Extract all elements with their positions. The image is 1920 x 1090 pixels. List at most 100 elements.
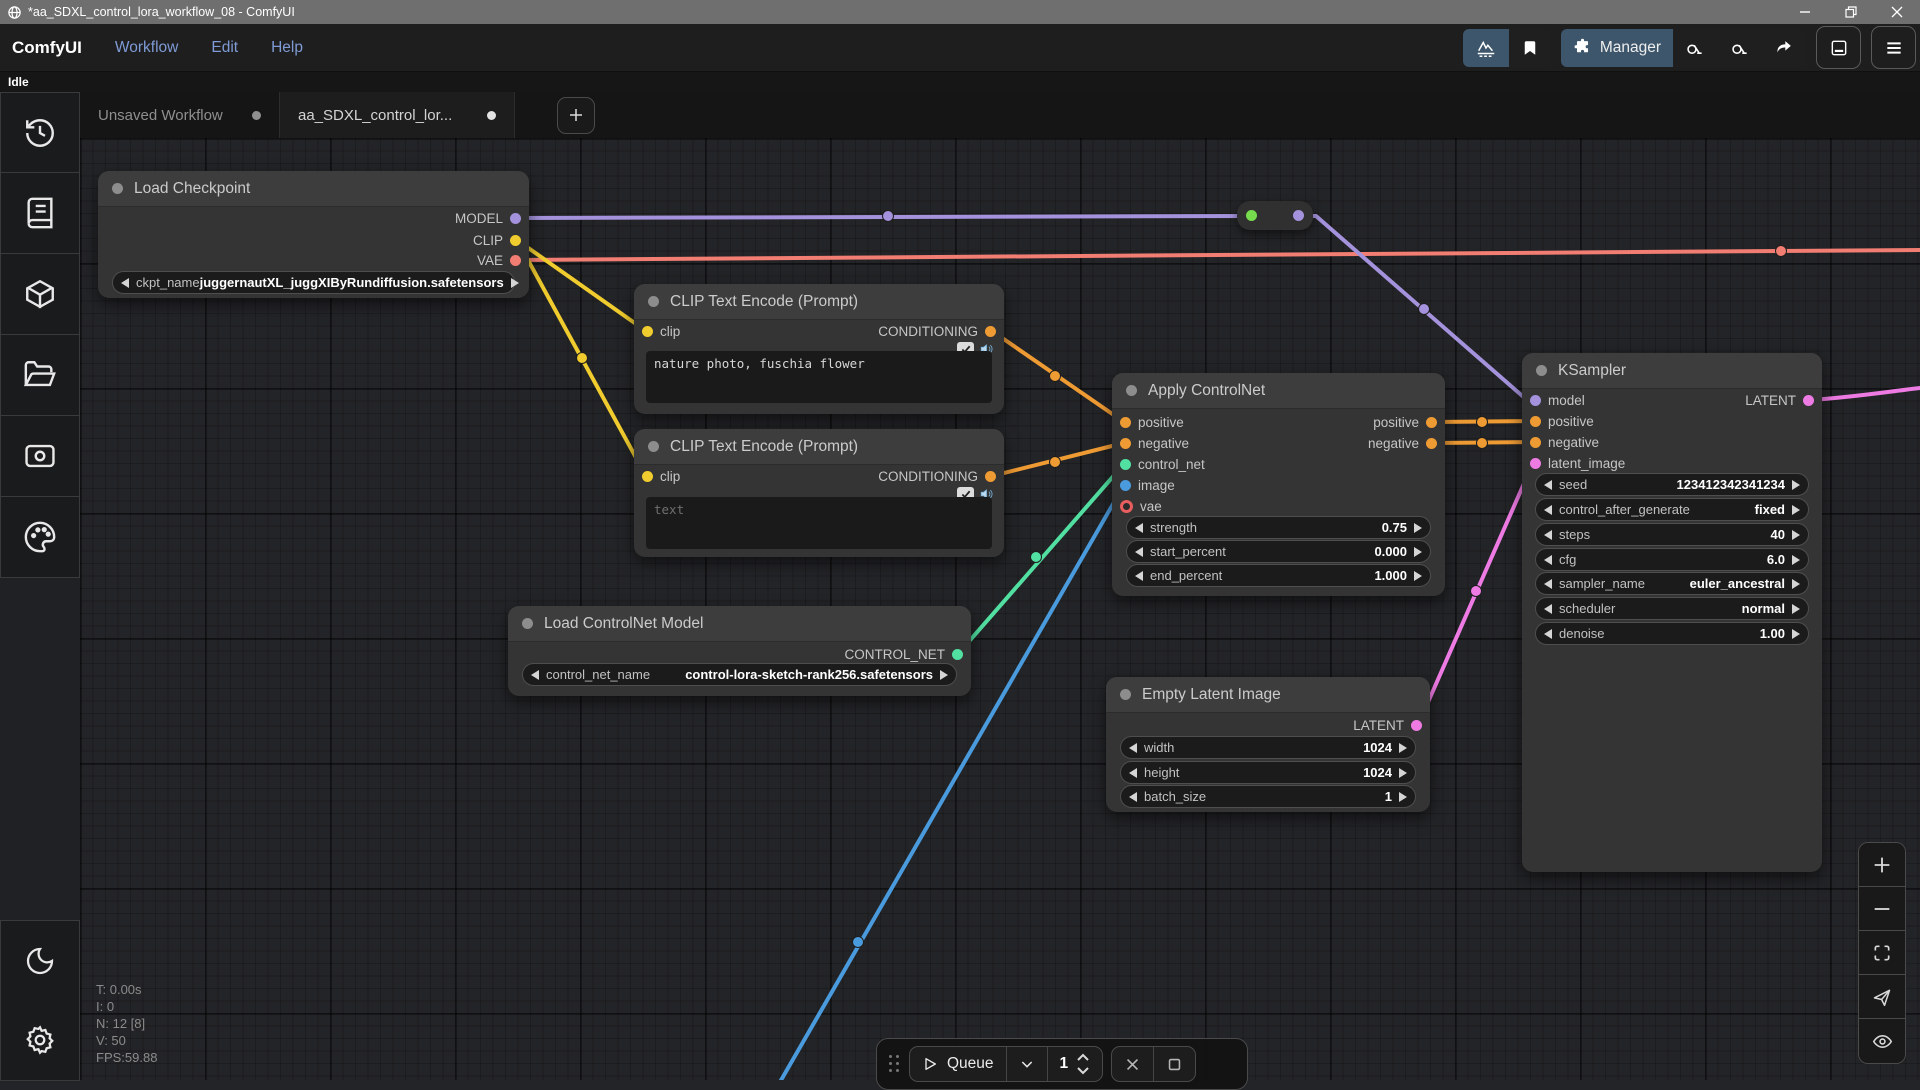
update-button[interactable] (1718, 29, 1763, 67)
widget-steps[interactable]: steps 40 (1535, 523, 1809, 546)
widget-next-icon[interactable] (1792, 530, 1800, 540)
stepper-icons[interactable] (1076, 1051, 1090, 1077)
node-load-controlnet-model[interactable]: Load ControlNet Model CONTROL_NET contro… (508, 606, 971, 696)
menu-workflow[interactable]: Workflow (115, 39, 178, 57)
widget-next-icon[interactable] (511, 278, 519, 288)
slot-dot-conditioning[interactable] (985, 471, 996, 482)
bookmark-button[interactable] (1509, 29, 1551, 67)
templates-button[interactable] (1463, 29, 1509, 67)
batch-count-stepper[interactable]: 1 (1048, 1047, 1103, 1081)
slot-dot-model[interactable] (510, 213, 521, 224)
widget-prev-icon[interactable] (1544, 604, 1552, 614)
widget-width[interactable]: width 1024 (1120, 736, 1416, 759)
slot-dot-control-net[interactable] (952, 649, 963, 660)
slot-dot-conditioning[interactable] (985, 326, 996, 337)
widget-control-after-generate[interactable]: control_after_generate fixed (1535, 498, 1809, 521)
zoom-out-button[interactable] (1859, 887, 1905, 931)
widget-prev-icon[interactable] (531, 670, 539, 680)
menu-help[interactable]: Help (271, 39, 303, 57)
sidebar-item-workflows[interactable] (0, 335, 80, 416)
fit-view-button[interactable] (1859, 931, 1905, 975)
widget-next-icon[interactable] (1414, 547, 1422, 557)
sidebar-item-history[interactable] (0, 92, 80, 173)
slot-dot-model[interactable] (1530, 395, 1541, 406)
node-clip-text-encode-positive[interactable]: CLIP Text Encode (Prompt) clip CONDITION… (634, 284, 1004, 414)
sidebar-item-theme-toggle[interactable] (0, 920, 80, 1001)
slot-dot-control-net[interactable] (1120, 459, 1131, 470)
slot-dot-conditioning[interactable] (1120, 438, 1131, 449)
menu-edit[interactable]: Edit (211, 39, 238, 57)
reroute-input-dot[interactable] (1246, 210, 1257, 221)
toggle-link-visibility-button[interactable] (1859, 1019, 1905, 1063)
widget-control-net-name[interactable]: control_net_name control-lora-sketch-ran… (522, 663, 957, 686)
select-mode-button[interactable] (1859, 975, 1905, 1019)
widget-scheduler[interactable]: scheduler normal (1535, 597, 1809, 620)
sidebar-item-node-library[interactable] (0, 173, 80, 254)
widget-prev-icon[interactable] (1544, 629, 1552, 639)
slot-dot-latent[interactable] (1530, 458, 1541, 469)
widget-next-icon[interactable] (1792, 555, 1800, 565)
widget-height[interactable]: height 1024 (1120, 761, 1416, 784)
widget-next-icon[interactable] (1414, 571, 1422, 581)
widget-strength[interactable]: strength 0.75 (1126, 516, 1431, 539)
widget-prev-icon[interactable] (1544, 480, 1552, 490)
node-header[interactable]: Load ControlNet Model (508, 606, 971, 642)
minimize-button[interactable] (1782, 0, 1828, 24)
slot-dot-clip[interactable] (642, 471, 653, 482)
slot-dot-image[interactable] (1120, 480, 1131, 491)
widget-next-icon[interactable] (1792, 480, 1800, 490)
slot-dot-conditioning[interactable] (1426, 417, 1437, 428)
collapse-dot[interactable] (522, 618, 533, 629)
widget-prev-icon[interactable] (1544, 555, 1552, 565)
unsaved-dot[interactable] (252, 111, 261, 120)
slot-dot-conditioning[interactable] (1120, 417, 1131, 428)
node-apply-controlnet[interactable]: Apply ControlNet positive negative contr… (1112, 373, 1445, 596)
slot-dot-conditioning[interactable] (1426, 438, 1437, 449)
unsaved-dot[interactable] (487, 111, 496, 120)
widget-next-icon[interactable] (1399, 743, 1407, 753)
slot-dot-conditioning[interactable] (1530, 437, 1541, 448)
widget-next-icon[interactable] (1792, 629, 1800, 639)
manager-button[interactable]: Manager (1561, 29, 1673, 67)
node-header[interactable]: CLIP Text Encode (Prompt) (634, 429, 1004, 465)
maximize-button[interactable] (1828, 0, 1874, 24)
widget-next-icon[interactable] (1414, 523, 1422, 533)
node-header[interactable]: Apply ControlNet (1112, 373, 1445, 409)
stop-button[interactable] (1154, 1047, 1195, 1081)
tab-unsaved-workflow[interactable]: Unsaved Workflow (80, 92, 280, 138)
widget-seed[interactable]: seed 123412342341234 (1535, 473, 1809, 496)
slot-dot-clip[interactable] (510, 235, 521, 246)
widget-next-icon[interactable] (940, 670, 948, 680)
node-header[interactable]: Load Checkpoint (98, 171, 529, 207)
node-header[interactable]: Empty Latent Image (1106, 677, 1430, 713)
widget-prev-icon[interactable] (121, 278, 129, 288)
widget-prev-icon[interactable] (1544, 505, 1552, 515)
prompt-textarea[interactable] (646, 497, 992, 549)
widget-prev-icon[interactable] (1129, 743, 1137, 753)
widget-cfg[interactable]: cfg 6.0 (1535, 548, 1809, 571)
sidebar-item-gallery[interactable] (0, 416, 80, 497)
node-ksampler[interactable]: KSampler model positive negative latent_… (1522, 353, 1822, 872)
collapse-dot[interactable] (1126, 385, 1137, 396)
widget-prev-icon[interactable] (1135, 523, 1143, 533)
widget-prev-icon[interactable] (1135, 547, 1143, 557)
main-menu-button[interactable] (1871, 26, 1916, 69)
slot-dot-conditioning[interactable] (1530, 416, 1541, 427)
widget-prev-icon[interactable] (1129, 768, 1137, 778)
widget-batch-size[interactable]: batch_size 1 (1120, 785, 1416, 808)
slot-dot-clip[interactable] (642, 326, 653, 337)
widget-next-icon[interactable] (1792, 579, 1800, 589)
slot-dot-latent[interactable] (1803, 395, 1814, 406)
node-header[interactable]: KSampler (1522, 353, 1822, 389)
slot-dot-vae-unconnected[interactable] (1120, 500, 1133, 513)
widget-sampler-name[interactable]: sampler_name euler_ancestral (1535, 572, 1809, 595)
sidebar-item-theme[interactable] (0, 497, 80, 578)
node-clip-text-encode-negative[interactable]: CLIP Text Encode (Prompt) clip CONDITION… (634, 429, 1004, 557)
slot-dot-vae[interactable] (510, 255, 521, 266)
slot-dot-latent[interactable] (1411, 720, 1422, 731)
prompt-textarea[interactable]: nature photo, fuschia flower (646, 351, 992, 403)
collapse-dot[interactable] (648, 441, 659, 452)
cancel-button[interactable] (1112, 1047, 1154, 1081)
collapse-dot[interactable] (648, 296, 659, 307)
node-empty-latent-image[interactable]: Empty Latent Image LATENT width 1024 hei… (1106, 677, 1430, 812)
